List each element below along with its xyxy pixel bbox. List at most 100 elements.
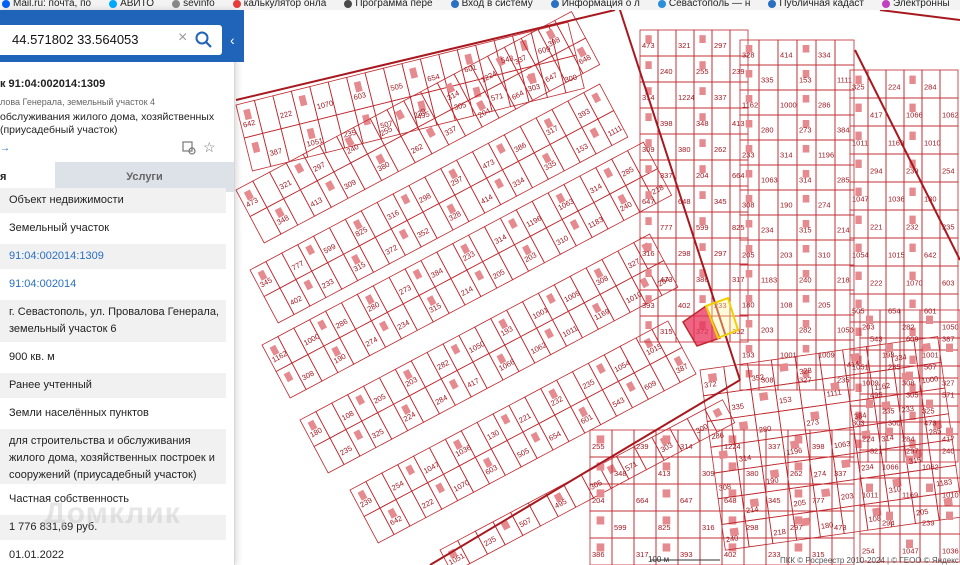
building-footprint <box>802 245 810 253</box>
parcel-number-label: 297 <box>714 249 727 258</box>
bookmark-label: Mail.ru: почта, по <box>13 0 92 9</box>
building-footprint <box>728 462 737 471</box>
parcel-number-label: 262 <box>790 469 803 478</box>
detail-row-quarter[interactable]: 91:04:002014 <box>0 272 226 297</box>
parcel-number-label: 240 <box>799 276 812 285</box>
search-input-value: 44.571802 33.564053 <box>12 32 139 47</box>
parcel-number-label: 398 <box>660 119 673 128</box>
parcel-number-label: 1224 <box>678 93 695 102</box>
parcel-number-label: 325 <box>852 83 865 92</box>
building-footprint <box>699 35 706 43</box>
building-footprint <box>662 543 671 552</box>
clear-icon[interactable]: × <box>178 29 187 47</box>
bookmark-item[interactable]: Mail.ru: почта, по <box>0 0 92 9</box>
building-footprint <box>802 145 810 153</box>
building-footprint <box>909 75 916 84</box>
parcel-number-label: 314 <box>881 433 895 444</box>
parcel-number-label: 348 <box>614 469 627 478</box>
building-footprint <box>745 170 753 178</box>
parcel-number-label: 314 <box>642 93 655 102</box>
parcel-number-label: 337 <box>660 171 673 180</box>
bookmark-item[interactable]: Севастополь — н <box>656 0 750 9</box>
parcel-number-label: 473 <box>834 523 847 532</box>
parcel-number-label: 402 <box>724 550 737 559</box>
parcel-number-label: 239 <box>906 167 919 176</box>
building-footprint <box>645 217 652 225</box>
parcel-number-label: 205 <box>915 507 929 518</box>
parcel-number-label: 321 <box>678 41 691 50</box>
building-footprint <box>802 95 810 103</box>
parcel-number-label: 328 <box>742 51 755 60</box>
object-title: к 91:04:002014:1309 <box>0 78 106 90</box>
bookmark-item[interactable]: АВИТО <box>107 0 155 9</box>
parcel-number-label: 386 <box>696 275 709 284</box>
parcel-number-label: 345 <box>714 197 727 206</box>
parcel-number-label: 1063 <box>761 176 778 185</box>
collapse-panel-icon[interactable]: ‹ <box>230 32 235 48</box>
building-footprint <box>855 271 862 280</box>
search-input[interactable]: 44.571802 33.564053 × <box>0 25 222 55</box>
building-footprint <box>855 215 862 224</box>
parcel-number-label: 193 <box>882 351 895 360</box>
parcel-number-label: 224 <box>862 435 875 444</box>
search-bar: 44.571802 33.564053 × ‹ <box>0 10 244 62</box>
parcel-number-label: 825 <box>732 223 745 232</box>
parcel-number-label: 1169 <box>888 139 904 148</box>
parcel-number-label: 609 <box>906 335 919 344</box>
parcel-number-label: 203 <box>761 326 774 335</box>
object-link-arrow[interactable]: → <box>0 143 10 154</box>
parcel-number-label: 387 <box>942 335 955 344</box>
bookmark-item[interactable]: sevinfo <box>170 0 215 9</box>
bookmark-item[interactable]: Вход в систему <box>449 0 533 9</box>
parcel-number-label: 642 <box>924 251 937 260</box>
favorite-star-icon[interactable]: ☆ <box>203 139 216 156</box>
parcel-number-label: 603 <box>942 279 955 288</box>
parcel-number-label: 321 <box>870 447 883 456</box>
parcel-number-label: 224 <box>888 83 901 92</box>
bookmark-item[interactable]: Информация о л <box>549 0 640 9</box>
parcel-number-label: 386 <box>592 550 605 559</box>
parcel-number-label: 298 <box>746 523 759 532</box>
bookmark-label: Информация о л <box>561 0 640 9</box>
parcel-number-label: 284 <box>924 83 937 92</box>
detail-row-date: 01.01.2022 <box>9 549 65 561</box>
parcel-number-label: 240 <box>660 67 673 76</box>
parcel-number-label: 273 <box>799 126 812 135</box>
parcel-number-label: 473 <box>642 41 655 50</box>
bookmark-item[interactable]: Публичная кадаст <box>766 0 864 9</box>
bookmark-item[interactable]: Программа пере <box>342 0 433 9</box>
parcel-number-label: 1009 <box>862 379 879 388</box>
bookmark-item[interactable]: Электронны <box>880 0 950 9</box>
parcel-number-label: 417 <box>942 435 955 444</box>
building-footprint <box>909 187 916 196</box>
parcel-number-label: 308 <box>902 379 915 388</box>
parcel-number-label: 777 <box>812 496 825 505</box>
bookmark-favicon-icon <box>657 0 666 8</box>
parcel-number-label: 1224 <box>724 442 741 451</box>
search-icon[interactable] <box>194 30 214 50</box>
building-footprint <box>841 459 851 469</box>
parcel-number-label: 417 <box>870 111 883 120</box>
parcel-number-label: 1066 <box>882 463 899 472</box>
parcel-number-label: 647 <box>680 496 693 505</box>
building-footprint <box>802 45 810 53</box>
parcel-number-label: 297 <box>714 41 727 50</box>
parcel-number-label: 316 <box>702 523 715 532</box>
bookmark-favicon-icon <box>881 0 890 8</box>
parcel-number-label: 190 <box>780 201 793 210</box>
bookmark-label: Программа пере <box>355 0 433 9</box>
parcel-number-label: 274 <box>818 201 831 210</box>
building-footprint <box>946 343 953 352</box>
detail-row-cadastral-number[interactable]: 91:04:002014:1309 <box>0 244 226 269</box>
bookmark-favicon-icon <box>232 0 241 8</box>
parcel-number-label: 314 <box>680 442 693 451</box>
building-footprint <box>699 191 706 199</box>
detail-row-status: Ранее учтенный <box>0 373 226 398</box>
parcel-number-label: 1162 <box>742 101 758 110</box>
bookmark-item[interactable]: калькулятор онла <box>231 0 326 9</box>
building-footprint <box>662 489 671 498</box>
parcel-number-label: 473 <box>660 275 673 284</box>
parcel-number-label: 294 <box>882 519 895 528</box>
copy-link-icon[interactable] <box>182 141 196 155</box>
bookmark-label: АВИТО <box>120 0 155 9</box>
